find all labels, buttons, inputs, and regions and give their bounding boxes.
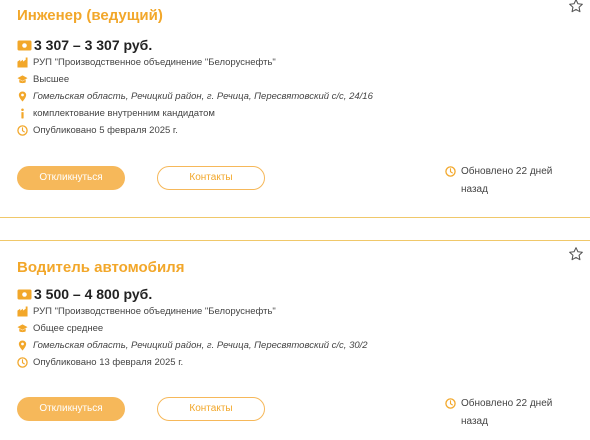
- factory-icon: [17, 57, 28, 68]
- company-row: РУП "Производственное объединение "Белор…: [17, 57, 276, 68]
- updated-info: Обновлено 22 дней назад: [445, 395, 565, 431]
- clock-icon: [445, 166, 456, 177]
- education-level: Высшее: [33, 74, 70, 85]
- education-row: Высшее: [17, 74, 69, 85]
- vacancy-card: Водитель автомобиля 3 500 – 4 800 руб. Р…: [0, 240, 590, 440]
- published-row: Опубликовано 5 февраля 2025 г.: [17, 125, 178, 136]
- location-address: Гомельская область, Речицкий район, г. Р…: [33, 340, 368, 351]
- salary: 3 500 – 4 800 руб.: [17, 286, 152, 302]
- published-date: Опубликовано 5 февраля 2025 г.: [33, 125, 178, 136]
- money-icon: [17, 40, 32, 50]
- company-name[interactable]: РУП "Производственное объединение "Белор…: [33, 306, 276, 317]
- salary-value: 3 307 – 3 307 руб.: [34, 37, 153, 53]
- contacts-button[interactable]: Контакты: [157, 397, 265, 421]
- clock-icon: [445, 398, 456, 409]
- published-date: Опубликовано 13 февраля 2025 г.: [33, 357, 184, 368]
- vacancy-note: комплектование внутренним кандидатом: [33, 108, 215, 119]
- apply-button[interactable]: Откликнуться: [17, 166, 125, 190]
- education-level: Общее среднее: [33, 323, 104, 334]
- map-pin-icon: [18, 340, 27, 351]
- clock-icon: [17, 125, 28, 136]
- card-divider: [0, 240, 590, 241]
- education-row: Общее среднее: [17, 323, 103, 334]
- location-row: Гомельская область, Речицкий район, г. Р…: [17, 340, 368, 351]
- graduation-cap-icon: [17, 324, 28, 333]
- note-row: комплектование внутренним кандидатом: [17, 108, 215, 119]
- card-divider: [0, 217, 590, 218]
- apply-button[interactable]: Откликнуться: [17, 397, 125, 421]
- factory-icon: [17, 306, 28, 317]
- vacancy-card: Инженер (ведущий) 3 307 – 3 307 руб. РУП…: [0, 0, 590, 220]
- vacancy-title[interactable]: Водитель автомобиля: [17, 259, 184, 276]
- updated-text: Обновлено 22 дней назад: [461, 166, 553, 195]
- clock-icon: [17, 357, 28, 368]
- location-row: Гомельская область, Речицкий район, г. Р…: [17, 91, 373, 102]
- updated-info: Обновлено 22 дней назад: [445, 163, 565, 199]
- company-name[interactable]: РУП "Производственное объединение "Белор…: [33, 57, 276, 68]
- salary-value: 3 500 – 4 800 руб.: [34, 286, 153, 302]
- map-pin-icon: [18, 91, 27, 102]
- salary: 3 307 – 3 307 руб.: [17, 37, 152, 53]
- company-row: РУП "Производственное объединение "Белор…: [17, 306, 276, 317]
- info-icon: [21, 108, 24, 119]
- money-icon: [17, 289, 32, 299]
- contacts-button[interactable]: Контакты: [157, 166, 265, 190]
- favorite-star-icon[interactable]: [568, 0, 584, 14]
- updated-text: Обновлено 22 дней назад: [461, 398, 553, 427]
- favorite-star-icon[interactable]: [568, 246, 584, 262]
- location-address: Гомельская область, Речицкий район, г. Р…: [33, 91, 373, 102]
- vacancy-title[interactable]: Инженер (ведущий): [17, 7, 163, 24]
- published-row: Опубликовано 13 февраля 2025 г.: [17, 357, 183, 368]
- graduation-cap-icon: [17, 75, 28, 84]
